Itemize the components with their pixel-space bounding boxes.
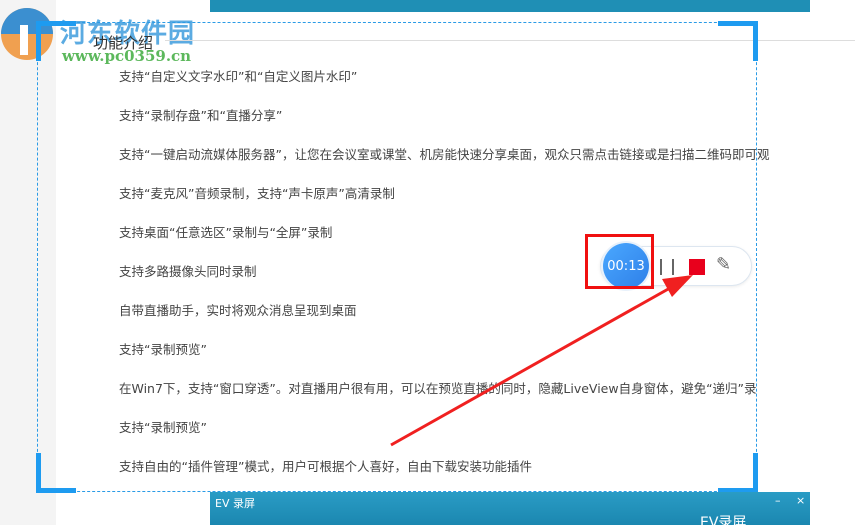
minimize-button[interactable]: – — [775, 494, 781, 507]
close-button[interactable]: × — [796, 494, 805, 507]
ev-recorder-window: EV 录屏 – × EV录屏 — [210, 492, 810, 531]
annotation-arrow-icon — [390, 275, 693, 447]
window-title: EV 录屏 — [215, 497, 255, 510]
app-brand: EV录屏 — [700, 515, 747, 531]
